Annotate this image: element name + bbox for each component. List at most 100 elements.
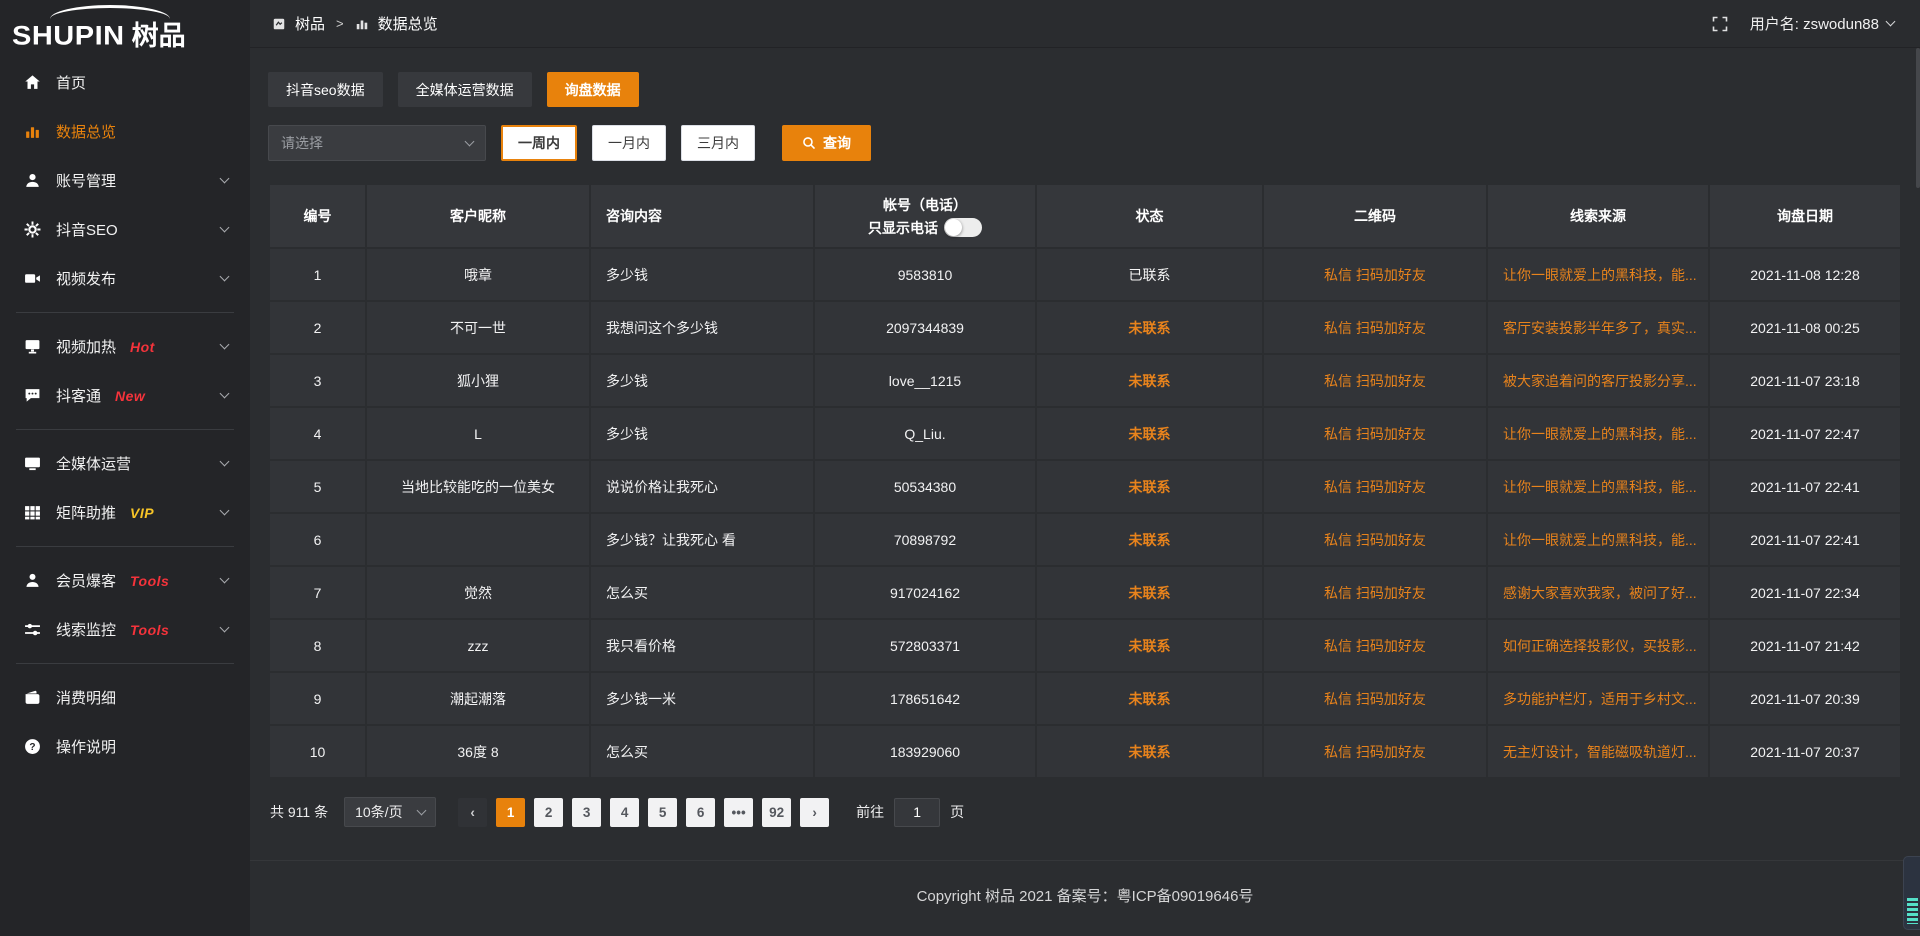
- col-content: 咨询内容: [591, 185, 813, 247]
- sidebar-item-home[interactable]: 首页: [0, 58, 250, 107]
- lead-source-link[interactable]: 让你一眼就爱上的黑科技，能...: [1503, 532, 1697, 548]
- chevron-down-icon: [417, 806, 427, 816]
- gear-icon: [24, 221, 41, 238]
- qrcode-link[interactable]: 私信 扫码加好友: [1324, 320, 1426, 336]
- topbar: 树品 > 数据总览 用户名: zswodun88: [250, 0, 1920, 48]
- cell-nickname: 狐小狸: [367, 355, 589, 406]
- sidebar-item-video-heating[interactable]: 视频加热 Hot: [0, 322, 250, 371]
- tab-inquiry-data[interactable]: 询盘数据: [547, 72, 639, 107]
- cell-id: 7: [270, 567, 365, 618]
- next-page-button[interactable]: ›: [800, 798, 829, 827]
- qrcode-link[interactable]: 私信 扫码加好友: [1324, 744, 1426, 760]
- cell-nickname: 当地比较能吃的一位美女: [367, 461, 589, 512]
- page-button-3[interactable]: 3: [572, 798, 601, 827]
- sidebar-item-matrix-boost[interactable]: 矩阵助推 VIP: [0, 488, 250, 537]
- qrcode-link[interactable]: 私信 扫码加好友: [1324, 373, 1426, 389]
- bar-chart-icon: [24, 123, 41, 140]
- search-button[interactable]: 查询: [782, 125, 871, 161]
- sidebar-item-account-mgmt[interactable]: 账号管理: [0, 156, 250, 205]
- phone-only-toggle[interactable]: [944, 218, 982, 237]
- monitor-icon: [24, 338, 41, 355]
- vip-badge: VIP: [130, 505, 154, 521]
- cell-id: 5: [270, 461, 365, 512]
- lead-source-link[interactable]: 被大家追着问的客厅投影分享...: [1503, 373, 1697, 389]
- page-button-2[interactable]: 2: [534, 798, 563, 827]
- goto-page-input[interactable]: [894, 798, 940, 827]
- page-size-select[interactable]: 10条/页: [344, 797, 436, 827]
- cell-account: 9583810: [815, 249, 1035, 300]
- range-month-button[interactable]: 一月内: [592, 125, 666, 161]
- lead-source-link[interactable]: 如何正确选择投影仪，买投影...: [1503, 638, 1697, 654]
- lead-source-link[interactable]: 让你一眼就爱上的黑科技，能...: [1503, 426, 1697, 442]
- qrcode-link[interactable]: 私信 扫码加好友: [1324, 585, 1426, 601]
- lead-source-link[interactable]: 无主灯设计，智能磁吸轨道灯...: [1503, 744, 1697, 760]
- page-ellipsis-button[interactable]: •••: [724, 798, 753, 827]
- goto-page: 前往 页: [856, 798, 964, 827]
- lead-source-link[interactable]: 让你一眼就爱上的黑科技，能...: [1503, 267, 1697, 283]
- lead-source-link[interactable]: 客厅安装投影半年多了，真实...: [1503, 320, 1697, 336]
- table-row: 6 多少钱？让我死心 看 70898792 未联系 私信 扫码加好友 让你一眼就…: [270, 514, 1900, 565]
- sidebar: SHUPIN 树品 首页 数据总览 账号管理 抖音SEO: [0, 0, 250, 936]
- cell-account: 572803371: [815, 620, 1035, 671]
- tab-omnimedia-data[interactable]: 全媒体运营数据: [398, 72, 532, 107]
- cell-inquiry-date: 2021-11-07 22:41: [1710, 514, 1900, 565]
- breadcrumb-root[interactable]: 树品: [295, 13, 325, 34]
- page-button-92[interactable]: 92: [762, 798, 791, 827]
- cell-lead-source: 让你一眼就爱上的黑科技，能...: [1488, 461, 1708, 512]
- prev-page-button[interactable]: ‹: [458, 798, 487, 827]
- sidebar-divider: [16, 663, 234, 664]
- qrcode-link[interactable]: 私信 扫码加好友: [1324, 479, 1426, 495]
- cell-qrcode: 私信 扫码加好友: [1264, 620, 1486, 671]
- sidebar-item-doukertong[interactable]: 抖客通 New: [0, 371, 250, 420]
- logo-text-cn: 树品: [132, 14, 186, 53]
- question-icon: ?: [24, 738, 41, 755]
- fullscreen-icon[interactable]: [1712, 16, 1728, 32]
- sidebar-item-member-burst[interactable]: 会员爆客 Tools: [0, 556, 250, 605]
- chevron-down-icon: [220, 574, 230, 584]
- filter-select[interactable]: 请选择: [268, 125, 486, 161]
- chevron-down-icon: [465, 137, 475, 147]
- qrcode-link[interactable]: 私信 扫码加好友: [1324, 532, 1426, 548]
- user-area: 用户名: zswodun88: [1712, 13, 1894, 34]
- table-row: 7 觉然 怎么买 917024162 未联系 私信 扫码加好友 感谢大家喜欢我家…: [270, 567, 1900, 618]
- sliders-icon: [24, 621, 41, 638]
- cell-content: 我只看价格: [591, 620, 813, 671]
- logo-arc: [50, 5, 170, 19]
- col-account-title: 帐号（电话）: [825, 194, 1025, 218]
- table-row: 1 哦章 多少钱 9583810 已联系 私信 扫码加好友 让你一眼就爱上的黑科…: [270, 249, 1900, 300]
- sidebar-item-douyin-seo[interactable]: 抖音SEO: [0, 205, 250, 254]
- qrcode-link[interactable]: 私信 扫码加好友: [1324, 638, 1426, 654]
- range-week-button[interactable]: 一周内: [501, 125, 577, 161]
- status-text: 未联系: [1129, 320, 1171, 336]
- cell-id: 10: [270, 726, 365, 777]
- lead-source-link[interactable]: 感谢大家喜欢我家，被问了好...: [1503, 585, 1697, 601]
- customer-service-widget[interactable]: [1903, 856, 1920, 930]
- cell-account: 2097344839: [815, 302, 1035, 353]
- bar-chart-icon: [355, 17, 369, 31]
- sidebar-item-lead-monitor[interactable]: 线索监控 Tools: [0, 605, 250, 654]
- page-button-4[interactable]: 4: [610, 798, 639, 827]
- copyright-text: Copyright 树品 2021 备案号：粤ICP备09019646号: [917, 888, 1254, 905]
- lead-source-link[interactable]: 多功能护栏灯，适用于乡村文...: [1503, 691, 1697, 707]
- page-button-1[interactable]: 1: [496, 798, 525, 827]
- user-menu[interactable]: 用户名: zswodun88: [1750, 13, 1894, 34]
- qrcode-link[interactable]: 私信 扫码加好友: [1324, 267, 1426, 283]
- sidebar-item-spend-detail[interactable]: 消费明细: [0, 673, 250, 722]
- scrollbar-thumb[interactable]: [1916, 48, 1920, 188]
- sidebar-item-video-publish[interactable]: 视频发布: [0, 254, 250, 303]
- page-button-6[interactable]: 6: [686, 798, 715, 827]
- col-account: 帐号（电话） 只显示电话: [815, 185, 1035, 247]
- cell-account: 50534380: [815, 461, 1035, 512]
- tab-douyin-seo-data[interactable]: 抖音seo数据: [268, 72, 383, 107]
- sidebar-item-help[interactable]: ? 操作说明: [0, 722, 250, 771]
- sidebar-item-data-overview[interactable]: 数据总览: [0, 107, 250, 156]
- lead-source-link[interactable]: 让你一眼就爱上的黑科技，能...: [1503, 479, 1697, 495]
- chevron-down-icon: [1886, 17, 1896, 27]
- col-inquiry-date: 询盘日期: [1710, 185, 1900, 247]
- cell-nickname: 36度 8: [367, 726, 589, 777]
- page-button-5[interactable]: 5: [648, 798, 677, 827]
- qrcode-link[interactable]: 私信 扫码加好友: [1324, 426, 1426, 442]
- range-quarter-button[interactable]: 三月内: [681, 125, 755, 161]
- qrcode-link[interactable]: 私信 扫码加好友: [1324, 691, 1426, 707]
- sidebar-item-omnimedia-ops[interactable]: 全媒体运营: [0, 439, 250, 488]
